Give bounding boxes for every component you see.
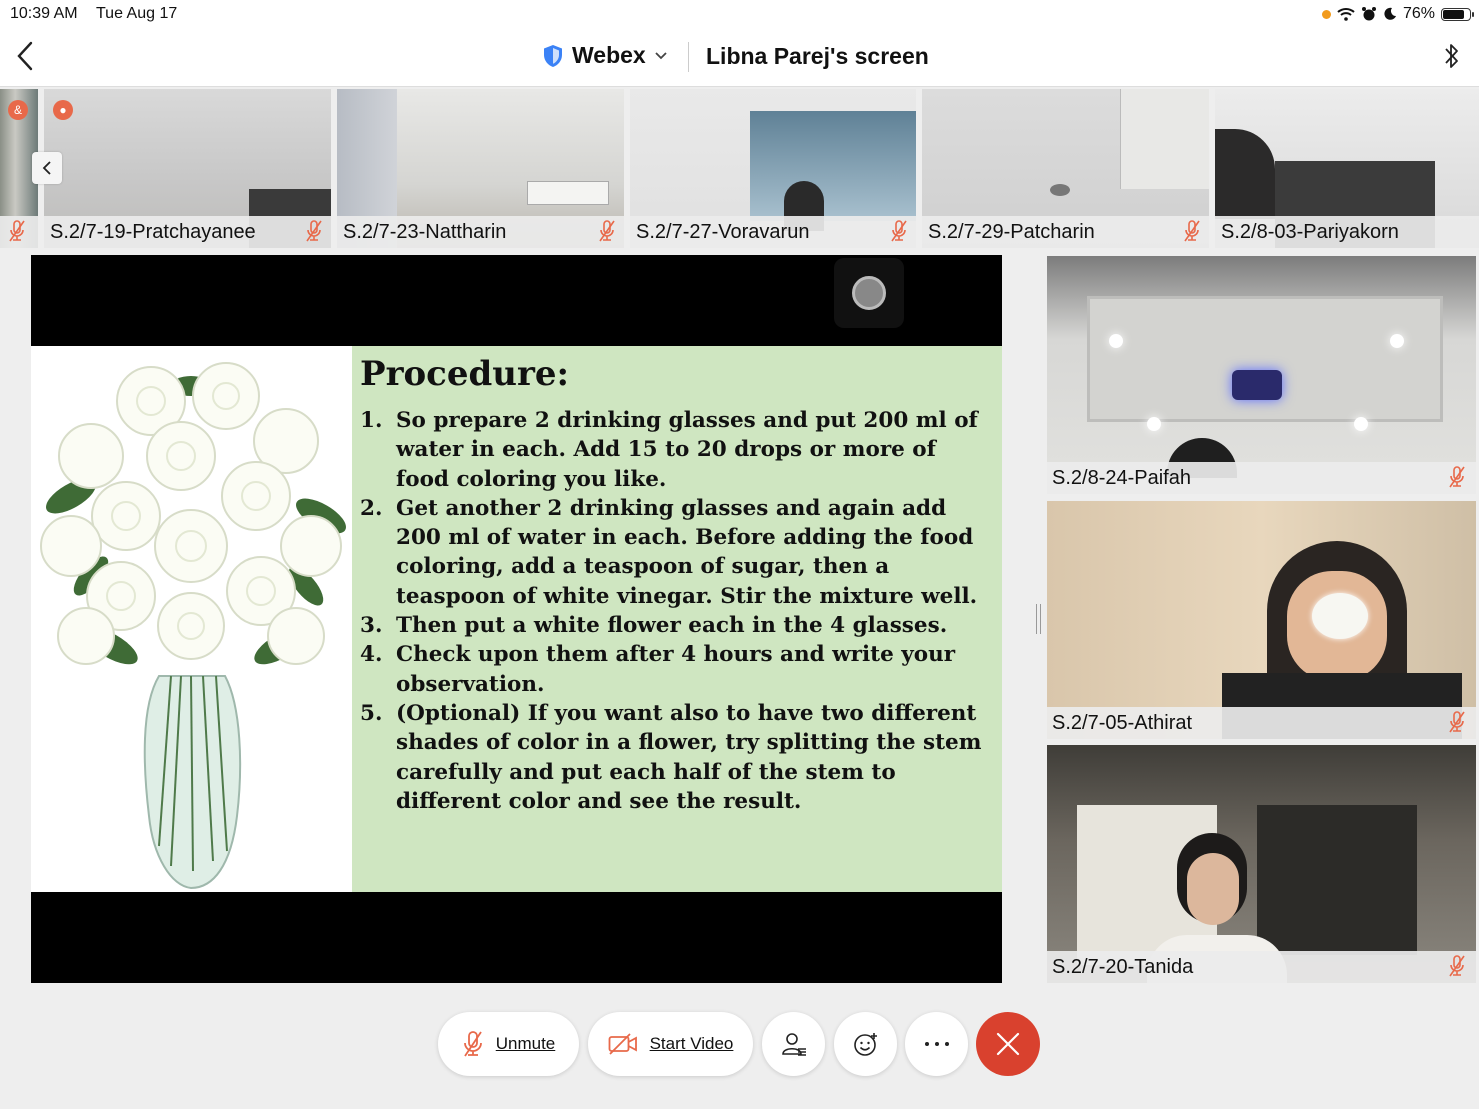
camera-control-button[interactable] (834, 258, 904, 328)
status-bar: 10:39 AM Tue Aug 17 76% (0, 0, 1479, 28)
video-scene (1257, 805, 1417, 955)
participant-tile[interactable]: S.2/7-23-Nattharin (337, 89, 624, 248)
participant-name: S.2/7-05-Athirat (1052, 712, 1193, 734)
procedure-step: 4. Check upon them after 4 hours and writ… (360, 642, 956, 697)
muted-mic-icon (1449, 711, 1465, 733)
procedure-step: 1. So prepare 2 drinking glasses and put … (360, 408, 978, 492)
reactions-button[interactable] (834, 1012, 897, 1076)
leave-meeting-button[interactable] (976, 1012, 1040, 1076)
unmute-label: Unmute (495, 1034, 556, 1053)
video-scene (1312, 593, 1368, 639)
muted-mic-icon (306, 220, 322, 242)
shared-screen-title: Libna Parej's screen (706, 43, 929, 69)
muted-mic-icon (1184, 220, 1200, 242)
video-scene (527, 181, 609, 205)
procedure-step: 2. Get another 2 drinking glasses and aga… (360, 495, 978, 609)
back-chevron-icon[interactable] (12, 40, 40, 72)
record-dot-icon (852, 276, 886, 310)
participant-video-tile[interactable]: S.2/8-24-Paifah (1047, 256, 1476, 494)
participant-name: S.2/8-24-Paifah (1052, 467, 1191, 489)
unmute-button[interactable]: Unmute (438, 1012, 579, 1076)
start-video-button[interactable]: Start Video (588, 1012, 753, 1076)
video-scene (1232, 370, 1282, 400)
participant-name: S.2/7-19-Pratchayanee (50, 221, 256, 243)
chevron-left-icon (42, 161, 51, 175)
participant-name: S.2/8-03-Pariyakorn (1221, 221, 1399, 243)
header-divider (688, 42, 689, 72)
moon-icon (1384, 7, 1396, 20)
procedure-text: Procedure: 1. So prepare 2 drinking glass… (360, 354, 992, 816)
start-video-label: Start Video (649, 1034, 734, 1053)
video-scene (1147, 417, 1161, 431)
app-name: Webex (572, 42, 646, 68)
shield-icon (544, 44, 562, 67)
muted-mic-icon (891, 220, 907, 242)
participant-name: S.2/7-27-Voravarun (636, 221, 810, 243)
roses-illustration (40, 362, 346, 890)
slide-title: Procedure: (360, 354, 570, 394)
participant-tile[interactable]: S.2/8-03-Pariyakorn (1215, 89, 1479, 248)
status-time: 10:39 AM (10, 5, 78, 22)
participant-name: S.2/7-23-Nattharin (343, 221, 507, 243)
video-off-icon (608, 1033, 637, 1055)
video-scene (750, 111, 916, 221)
participant-tile[interactable]: S.2/7-29-Patcharin (922, 89, 1209, 248)
video-scene (1187, 853, 1239, 925)
participant-tile[interactable]: S.2/7-27-Voravarun (630, 89, 916, 248)
ellipsis-icon (924, 1042, 949, 1046)
participant-video-tile[interactable]: S.2/7-05-Athirat (1047, 501, 1476, 739)
video-scene (1354, 417, 1368, 431)
procedure-step: 5. (Optional) If you want also to have tw… (360, 700, 982, 814)
procedure-step: 3. Then put a white flower each in the 4 … (360, 613, 948, 639)
participant-strip: & ● S.2/7-19-Pratchayanee S.2/7-23-Natth… (0, 88, 1479, 248)
wifi-icon (1337, 8, 1355, 21)
participant-tile[interactable]: ● S.2/7-19-Pratchayanee (44, 89, 331, 248)
meeting-header: Webex Libna Parej's screen (0, 28, 1479, 87)
video-scene (1050, 184, 1070, 196)
webex-menu-button[interactable]: Webex (542, 42, 668, 69)
video-scene (1109, 334, 1123, 348)
battery-percent: 76% (1402, 5, 1435, 22)
chevron-down-icon (655, 51, 667, 59)
bluetooth-icon[interactable] (1443, 40, 1461, 72)
meeting-controls: Unmute Start Video (0, 1010, 1479, 1080)
muted-mic-icon (1449, 466, 1465, 488)
panel-resize-handle[interactable] (1036, 604, 1041, 634)
battery-icon (1441, 7, 1474, 21)
status-indicators: 76% (1321, 3, 1474, 25)
participant-name: S.2/7-20-Tanida (1052, 956, 1194, 978)
muted-mic-icon (599, 220, 615, 242)
close-icon (996, 1032, 1020, 1056)
muted-mic-icon (1449, 955, 1465, 977)
white-roses-vase-image (31, 346, 352, 892)
mic-in-use-indicator-icon (1321, 9, 1331, 19)
avatar-badge-icon: ● (53, 100, 73, 120)
participant-video-tile[interactable]: S.2/7-20-Tanida (1047, 745, 1476, 983)
muted-mic-icon (9, 220, 25, 242)
video-scene (1390, 334, 1404, 348)
video-scene (1120, 89, 1209, 189)
procedure-steps: 1. So prepare 2 drinking glasses and put … (360, 406, 992, 816)
shared-screen[interactable]: Procedure: 1. So prepare 2 drinking glass… (31, 255, 1002, 983)
avatar-badge-icon: & (8, 100, 28, 120)
participants-icon (781, 1033, 806, 1056)
participant-name: S.2/7-29-Patcharin (928, 221, 1095, 243)
strip-previous-button[interactable] (32, 152, 62, 184)
status-date: Tue Aug 17 (96, 5, 178, 22)
alarm-icon (1361, 7, 1376, 21)
presentation-slide: Procedure: 1. So prepare 2 drinking glass… (31, 346, 1002, 892)
smiley-icon (853, 1033, 877, 1056)
more-options-button[interactable] (905, 1012, 968, 1076)
video-scene (1087, 296, 1443, 422)
participants-button[interactable] (762, 1012, 825, 1076)
video-scene (1215, 129, 1275, 219)
muted-mic-icon (463, 1031, 482, 1057)
